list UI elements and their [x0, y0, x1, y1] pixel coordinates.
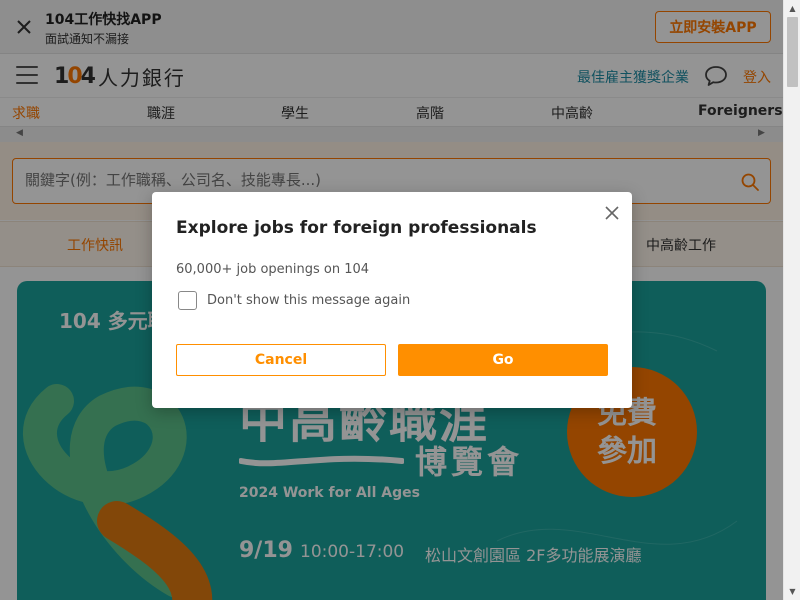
- scroll-down-icon[interactable]: ▼: [784, 583, 800, 600]
- modal-subtitle: 60,000+ job openings on 104: [176, 262, 370, 277]
- scrollbar-thumb[interactable]: [787, 17, 798, 87]
- dont-show-again-checkbox[interactable]: [178, 290, 197, 310]
- dont-show-again-row[interactable]: Don't show this message again: [178, 290, 410, 310]
- foreigners-modal: Explore jobs for foreign professionals 6…: [152, 192, 632, 408]
- modal-title: Explore jobs for foreign professionals: [176, 218, 537, 238]
- page-scrollbar[interactable]: ▲ ▼: [783, 0, 800, 600]
- page: 104工作快找APP 面試通知不漏接 立即安裝APP 104 人力銀行 最佳雇主…: [0, 0, 783, 600]
- dont-show-again-label[interactable]: Don't show this message again: [207, 293, 410, 308]
- scroll-up-icon[interactable]: ▲: [784, 0, 800, 17]
- go-button[interactable]: Go: [398, 344, 608, 376]
- modal-close-icon[interactable]: [603, 204, 621, 222]
- cancel-button[interactable]: Cancel: [176, 344, 386, 376]
